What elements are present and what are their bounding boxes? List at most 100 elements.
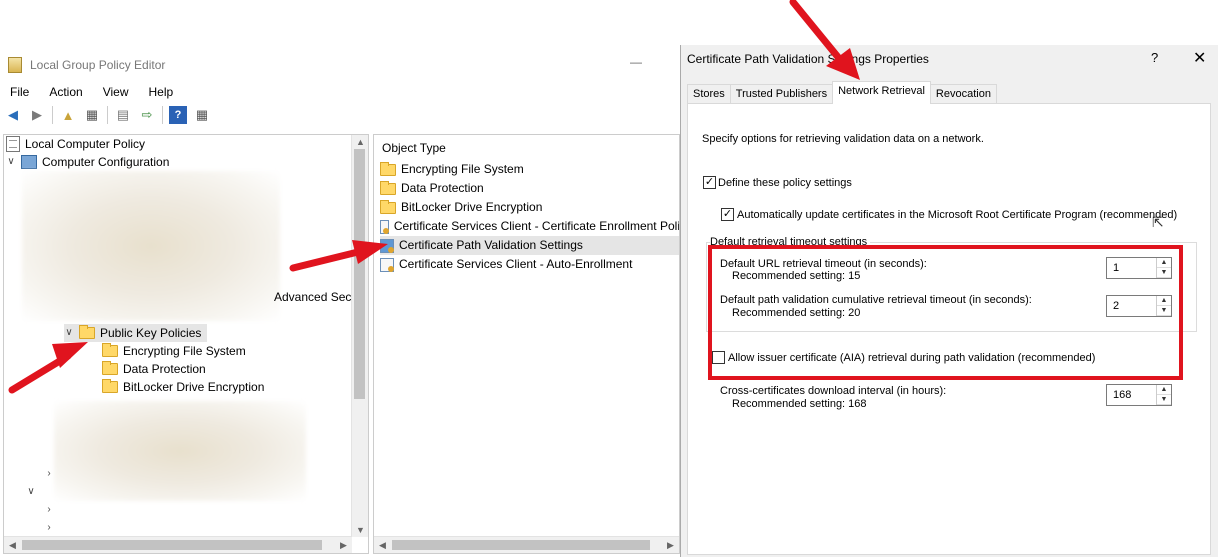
blurred-region	[54, 401, 306, 501]
tab-stores[interactable]: Stores	[687, 84, 731, 104]
list-item-label: BitLocker Drive Encryption	[401, 200, 543, 214]
object-list-pane[interactable]: Object Type Encrypting File System Data …	[373, 134, 680, 554]
tree-vertical-scrollbar[interactable]: ▲ ▼	[351, 135, 368, 537]
blurred-region	[22, 171, 280, 321]
list-item-label: Certificate Services Client - Certificat…	[393, 219, 680, 233]
tree-item-public-key-policies[interactable]: ∨ Public Key Policies	[64, 324, 208, 342]
close-icon[interactable]: ✕	[1193, 48, 1206, 68]
window-title: Local Group Policy Editor	[30, 58, 166, 72]
tab-revocation[interactable]: Revocation	[929, 84, 997, 104]
tree-item-computer-configuration[interactable]: ∨ Computer Configuration	[6, 153, 169, 171]
column-header-object-type[interactable]: Object Type	[382, 141, 446, 155]
list-item-label: Data Protection	[401, 181, 484, 195]
tree-item-label: Public Key Policies	[100, 326, 202, 340]
tree-item-collapsed[interactable]: ›	[44, 465, 54, 483]
tree-item-local-computer-policy[interactable]: Local Computer Policy	[6, 135, 145, 153]
menu-view[interactable]: View	[93, 83, 139, 101]
list-horizontal-scrollbar[interactable]: ◀ ▶	[374, 536, 679, 553]
chevron-right-icon[interactable]: ›	[44, 465, 54, 483]
window-titlebar: Local Group Policy Editor	[8, 57, 165, 73]
scroll-thumb[interactable]	[22, 540, 322, 550]
list-item-cert-enrollment-policy[interactable]: Certificate Services Client - Certificat…	[380, 217, 680, 236]
list-item-cert-path-validation[interactable]: Certificate Path Validation Settings	[380, 236, 679, 255]
tree-pane[interactable]: Local Computer Policy ∨ Computer Configu…	[3, 134, 369, 554]
tree-item-advanced-security[interactable]: Advanced Secu	[274, 288, 358, 306]
spin-down-icon[interactable]: ▼	[1157, 395, 1171, 405]
chevron-right-icon[interactable]: ›	[44, 501, 54, 519]
chevron-right-icon[interactable]: ›	[44, 519, 54, 537]
up-folder-icon[interactable]: ▲	[59, 106, 77, 124]
menu-help[interactable]: Help	[139, 83, 184, 101]
folder-icon	[102, 379, 118, 393]
back-arrow-icon[interactable]: ◀	[4, 106, 22, 124]
certificate-icon	[380, 257, 394, 272]
toolbar: ◀ ▶ ▲ ▦ ▤ ⇨ ? ▦	[4, 106, 211, 124]
tree-item-collapsed[interactable]: ›	[44, 519, 54, 537]
spin-up-icon[interactable]: ▲	[1157, 385, 1171, 395]
list-item-auto-enrollment[interactable]: Certificate Services Client - Auto-Enrol…	[380, 255, 679, 274]
highlight-box	[708, 245, 1183, 380]
chevron-down-icon[interactable]: ∨	[26, 483, 36, 501]
tree-item-label: Data Protection	[123, 362, 206, 376]
folder-icon	[102, 361, 118, 375]
help-icon[interactable]: ?	[169, 106, 187, 124]
mouse-cursor-icon: ⇱	[1152, 214, 1164, 230]
tree-item-data-protection[interactable]: Data Protection	[102, 360, 206, 378]
list-item-encrypting-file-system[interactable]: Encrypting File System	[380, 160, 679, 179]
tree-item-label: Computer Configuration	[42, 155, 170, 169]
list-item-label: Encrypting File System	[401, 162, 524, 176]
chevron-down-icon[interactable]: ∨	[6, 153, 16, 171]
define-settings-checkbox[interactable]: ✓	[703, 176, 716, 189]
tree-item-label: BitLocker Drive Encryption	[123, 380, 265, 394]
auto-update-label: Automatically update certificates in the…	[737, 209, 1178, 221]
tab-network-retrieval[interactable]: Network Retrieval	[832, 81, 931, 104]
help-button[interactable]: ?	[1151, 50, 1158, 65]
cross-cert-label: Cross-certificates download interval (in…	[720, 385, 947, 397]
menu-file[interactable]: File	[0, 83, 39, 101]
computer-icon	[21, 155, 37, 169]
tree-item-expanded[interactable]: ∨	[26, 483, 36, 501]
filter-icon[interactable]: ▦	[193, 106, 211, 124]
tree-item-encrypting-file-system[interactable]: Encrypting File System	[102, 342, 246, 360]
list-item-data-protection[interactable]: Data Protection	[380, 179, 679, 198]
tree-horizontal-scrollbar[interactable]: ◀ ▶	[4, 536, 352, 553]
list-item-label: Certificate Services Client - Auto-Enrol…	[399, 257, 633, 271]
scroll-thumb[interactable]	[354, 149, 365, 399]
chevron-down-icon[interactable]: ∨	[64, 324, 74, 342]
properties-icon[interactable]: ▤	[114, 106, 132, 124]
certificate-icon	[380, 238, 394, 253]
tree-item-label: Advanced Secu	[274, 290, 359, 304]
spinner-value[interactable]: 168	[1113, 389, 1131, 401]
auto-update-checkbox[interactable]: ✓	[721, 208, 734, 221]
scroll-left-icon[interactable]: ◀	[4, 540, 21, 551]
define-settings-label: Define these policy settings	[718, 177, 852, 189]
show-hide-tree-icon[interactable]: ▦	[83, 106, 101, 124]
folder-icon	[380, 180, 396, 195]
export-list-icon[interactable]: ⇨	[138, 106, 156, 124]
tree-item-collapsed[interactable]: ›	[44, 501, 54, 519]
cross-cert-recommendation: Recommended setting: 168	[732, 398, 867, 410]
dialog-title: Certificate Path Validation Settings Pro…	[687, 52, 929, 66]
scroll-thumb[interactable]	[392, 540, 650, 550]
menu-bar: File Action View Help	[0, 83, 183, 101]
group-policy-editor-window: Local Group Policy Editor — File Action …	[0, 45, 680, 557]
scroll-up-icon[interactable]: ▲	[352, 137, 368, 147]
folder-icon	[380, 161, 396, 176]
tab-trusted-publishers[interactable]: Trusted Publishers	[729, 84, 834, 104]
scroll-down-icon[interactable]: ▼	[352, 525, 368, 535]
tree-item-bitlocker[interactable]: BitLocker Drive Encryption	[102, 378, 264, 396]
list-item-bitlocker[interactable]: BitLocker Drive Encryption	[380, 198, 679, 217]
tree-item-label: Encrypting File System	[123, 344, 246, 358]
list-item-label: Certificate Path Validation Settings	[399, 238, 583, 252]
scroll-left-icon[interactable]: ◀	[374, 540, 391, 551]
tree-item-label: Local Computer Policy	[25, 137, 146, 151]
certificate-icon	[380, 219, 389, 234]
scroll-right-icon[interactable]: ▶	[335, 540, 352, 551]
minimize-button[interactable]: —	[630, 55, 642, 69]
policy-document-icon	[6, 136, 20, 152]
scroll-right-icon[interactable]: ▶	[662, 540, 679, 551]
folder-icon	[79, 325, 95, 339]
cross-cert-spinner[interactable]: 168 ▲ ▼	[1106, 384, 1172, 406]
forward-arrow-icon[interactable]: ▶	[28, 106, 46, 124]
menu-action[interactable]: Action	[39, 83, 92, 101]
